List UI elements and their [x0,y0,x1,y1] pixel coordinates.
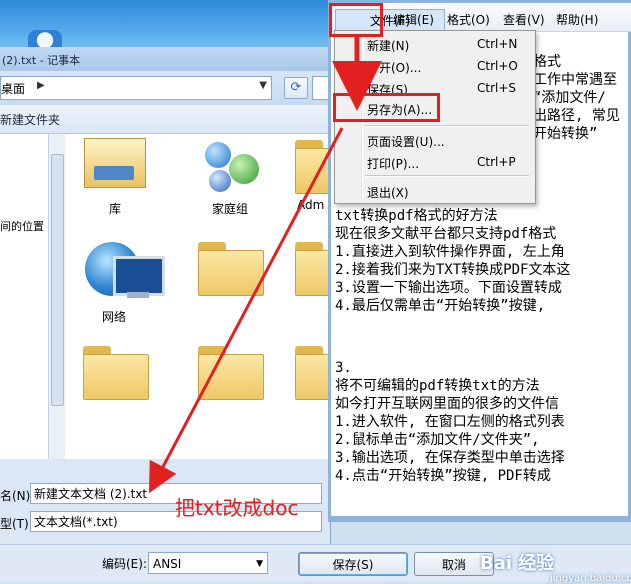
watermark-text: Bai 经验 [480,553,555,574]
baidu-watermark: Bai 经验 jingyan.baidu.com [480,549,631,584]
arrow-diagonal-icon [148,127,344,494]
annotation-arrows [148,37,382,494]
annotation-text: 把txt改成doc [175,496,299,520]
watermark-sub: jingyan.baidu.com [550,573,631,584]
